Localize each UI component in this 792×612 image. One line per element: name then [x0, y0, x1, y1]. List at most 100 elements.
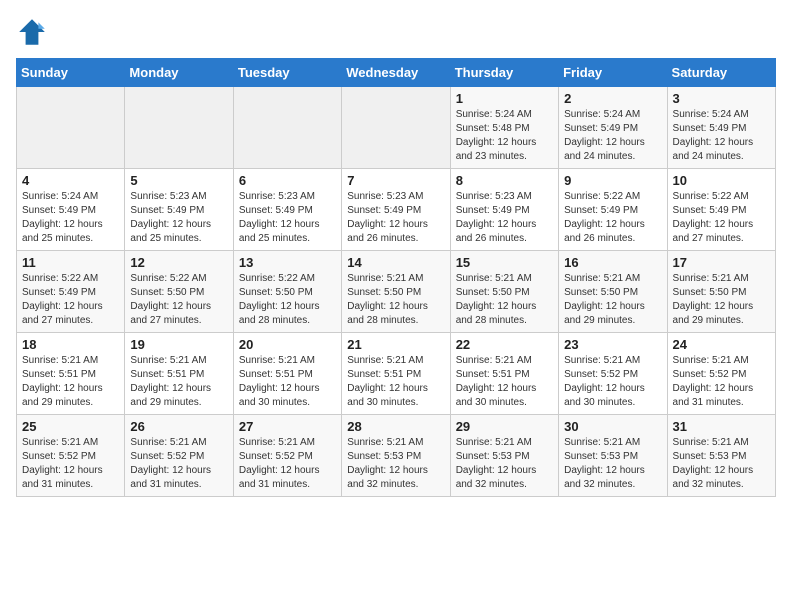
day-number: 21 [347, 337, 444, 352]
day-number: 7 [347, 173, 444, 188]
day-info: Sunrise: 5:21 AM Sunset: 5:51 PM Dayligh… [22, 354, 119, 410]
calendar-cell: 23 Sunrise: 5:21 AM Sunset: 5:52 PM Dayli… [559, 333, 667, 415]
day-number: 13 [239, 255, 336, 270]
day-number: 27 [239, 419, 336, 434]
day-info: Sunrise: 5:24 AM Sunset: 5:49 PM Dayligh… [22, 190, 119, 246]
day-number: 16 [564, 255, 661, 270]
calendar-cell: 29 Sunrise: 5:21 AM Sunset: 5:53 PM Dayli… [450, 415, 558, 497]
day-number: 1 [456, 91, 553, 106]
day-info: Sunrise: 5:21 AM Sunset: 5:52 PM Dayligh… [564, 354, 661, 410]
calendar-cell: 4 Sunrise: 5:24 AM Sunset: 5:49 PM Daylig… [17, 169, 125, 251]
day-info: Sunrise: 5:21 AM Sunset: 5:50 PM Dayligh… [673, 272, 770, 328]
calendar-cell: 3 Sunrise: 5:24 AM Sunset: 5:49 PM Daylig… [667, 87, 775, 169]
day-info: Sunrise: 5:21 AM Sunset: 5:50 PM Dayligh… [347, 272, 444, 328]
calendar-cell: 24 Sunrise: 5:21 AM Sunset: 5:52 PM Dayli… [667, 333, 775, 415]
calendar-cell: 30 Sunrise: 5:21 AM Sunset: 5:53 PM Dayli… [559, 415, 667, 497]
day-number: 19 [130, 337, 227, 352]
day-number: 4 [22, 173, 119, 188]
day-number: 3 [673, 91, 770, 106]
day-info: Sunrise: 5:24 AM Sunset: 5:48 PM Dayligh… [456, 108, 553, 164]
day-number: 9 [564, 173, 661, 188]
calendar-cell: 6 Sunrise: 5:23 AM Sunset: 5:49 PM Daylig… [233, 169, 341, 251]
logo [16, 16, 52, 48]
day-number: 10 [673, 173, 770, 188]
day-info: Sunrise: 5:24 AM Sunset: 5:49 PM Dayligh… [564, 108, 661, 164]
day-number: 15 [456, 255, 553, 270]
day-number: 17 [673, 255, 770, 270]
calendar-cell: 10Sunrise: 5:22 AM Sunset: 5:49 PM Dayli… [667, 169, 775, 251]
day-number: 26 [130, 419, 227, 434]
calendar-table: SundayMondayTuesdayWednesdayThursdayFrid… [16, 58, 776, 497]
day-number: 28 [347, 419, 444, 434]
calendar-cell: 1 Sunrise: 5:24 AM Sunset: 5:48 PM Daylig… [450, 87, 558, 169]
day-info: Sunrise: 5:23 AM Sunset: 5:49 PM Dayligh… [347, 190, 444, 246]
day-info: Sunrise: 5:23 AM Sunset: 5:49 PM Dayligh… [130, 190, 227, 246]
calendar-cell: 28 Sunrise: 5:21 AM Sunset: 5:53 PM Dayli… [342, 415, 450, 497]
calendar-cell [342, 87, 450, 169]
calendar-cell: 22Sunrise: 5:21 AM Sunset: 5:51 PM Dayli… [450, 333, 558, 415]
calendar-cell: 13 Sunrise: 5:22 AM Sunset: 5:50 PM Dayli… [233, 251, 341, 333]
calendar-cell [233, 87, 341, 169]
calendar-cell: 2Sunrise: 5:24 AM Sunset: 5:49 PM Daylig… [559, 87, 667, 169]
weekday-header-sunday: Sunday [17, 59, 125, 87]
logo-icon [16, 16, 48, 48]
calendar-cell: 12Sunrise: 5:22 AM Sunset: 5:50 PM Dayli… [125, 251, 233, 333]
day-number: 24 [673, 337, 770, 352]
day-info: Sunrise: 5:21 AM Sunset: 5:52 PM Dayligh… [22, 436, 119, 492]
day-info: Sunrise: 5:21 AM Sunset: 5:53 PM Dayligh… [673, 436, 770, 492]
calendar-cell: 21 Sunrise: 5:21 AM Sunset: 5:51 PM Dayli… [342, 333, 450, 415]
calendar-cell: 25Sunrise: 5:21 AM Sunset: 5:52 PM Dayli… [17, 415, 125, 497]
calendar-cell: 7 Sunrise: 5:23 AM Sunset: 5:49 PM Daylig… [342, 169, 450, 251]
day-number: 11 [22, 255, 119, 270]
week-row-4: 18 Sunrise: 5:21 AM Sunset: 5:51 PM Dayli… [17, 333, 776, 415]
calendar-cell: 8Sunrise: 5:23 AM Sunset: 5:49 PM Daylig… [450, 169, 558, 251]
day-number: 6 [239, 173, 336, 188]
day-info: Sunrise: 5:21 AM Sunset: 5:50 PM Dayligh… [456, 272, 553, 328]
calendar-cell: 17 Sunrise: 5:21 AM Sunset: 5:50 PM Dayli… [667, 251, 775, 333]
day-info: Sunrise: 5:21 AM Sunset: 5:52 PM Dayligh… [673, 354, 770, 410]
day-info: Sunrise: 5:21 AM Sunset: 5:52 PM Dayligh… [239, 436, 336, 492]
day-number: 30 [564, 419, 661, 434]
calendar-cell: 18 Sunrise: 5:21 AM Sunset: 5:51 PM Dayli… [17, 333, 125, 415]
day-number: 5 [130, 173, 227, 188]
day-number: 31 [673, 419, 770, 434]
day-number: 23 [564, 337, 661, 352]
weekday-header-saturday: Saturday [667, 59, 775, 87]
weekday-header-tuesday: Tuesday [233, 59, 341, 87]
weekday-header-friday: Friday [559, 59, 667, 87]
calendar-cell: 11Sunrise: 5:22 AM Sunset: 5:49 PM Dayli… [17, 251, 125, 333]
day-info: Sunrise: 5:21 AM Sunset: 5:51 PM Dayligh… [347, 354, 444, 410]
day-info: Sunrise: 5:22 AM Sunset: 5:49 PM Dayligh… [564, 190, 661, 246]
day-number: 18 [22, 337, 119, 352]
page-header [16, 16, 776, 48]
day-info: Sunrise: 5:22 AM Sunset: 5:50 PM Dayligh… [239, 272, 336, 328]
weekday-header-thursday: Thursday [450, 59, 558, 87]
weekday-header-monday: Monday [125, 59, 233, 87]
day-number: 29 [456, 419, 553, 434]
calendar-cell: 19 Sunrise: 5:21 AM Sunset: 5:51 PM Dayli… [125, 333, 233, 415]
day-info: Sunrise: 5:21 AM Sunset: 5:51 PM Dayligh… [130, 354, 227, 410]
calendar-cell: 14Sunrise: 5:21 AM Sunset: 5:50 PM Dayli… [342, 251, 450, 333]
day-info: Sunrise: 5:24 AM Sunset: 5:49 PM Dayligh… [673, 108, 770, 164]
day-info: Sunrise: 5:21 AM Sunset: 5:53 PM Dayligh… [564, 436, 661, 492]
day-info: Sunrise: 5:21 AM Sunset: 5:50 PM Dayligh… [564, 272, 661, 328]
calendar-cell: 16 Sunrise: 5:21 AM Sunset: 5:50 PM Dayli… [559, 251, 667, 333]
day-info: Sunrise: 5:23 AM Sunset: 5:49 PM Dayligh… [239, 190, 336, 246]
day-info: Sunrise: 5:23 AM Sunset: 5:49 PM Dayligh… [456, 190, 553, 246]
day-info: Sunrise: 5:21 AM Sunset: 5:51 PM Dayligh… [239, 354, 336, 410]
week-row-1: 1 Sunrise: 5:24 AM Sunset: 5:48 PM Daylig… [17, 87, 776, 169]
weekday-header-row: SundayMondayTuesdayWednesdayThursdayFrid… [17, 59, 776, 87]
day-number: 22 [456, 337, 553, 352]
week-row-5: 25Sunrise: 5:21 AM Sunset: 5:52 PM Dayli… [17, 415, 776, 497]
calendar-cell: 31 Sunrise: 5:21 AM Sunset: 5:53 PM Dayli… [667, 415, 775, 497]
day-info: Sunrise: 5:21 AM Sunset: 5:53 PM Dayligh… [347, 436, 444, 492]
calendar-cell [17, 87, 125, 169]
weekday-header-wednesday: Wednesday [342, 59, 450, 87]
day-info: Sunrise: 5:22 AM Sunset: 5:50 PM Dayligh… [130, 272, 227, 328]
calendar-cell: 9 Sunrise: 5:22 AM Sunset: 5:49 PM Daylig… [559, 169, 667, 251]
calendar-cell: 20Sunrise: 5:21 AM Sunset: 5:51 PM Dayli… [233, 333, 341, 415]
day-info: Sunrise: 5:21 AM Sunset: 5:53 PM Dayligh… [456, 436, 553, 492]
week-row-2: 4 Sunrise: 5:24 AM Sunset: 5:49 PM Daylig… [17, 169, 776, 251]
calendar-cell [125, 87, 233, 169]
calendar-cell: 26Sunrise: 5:21 AM Sunset: 5:52 PM Dayli… [125, 415, 233, 497]
